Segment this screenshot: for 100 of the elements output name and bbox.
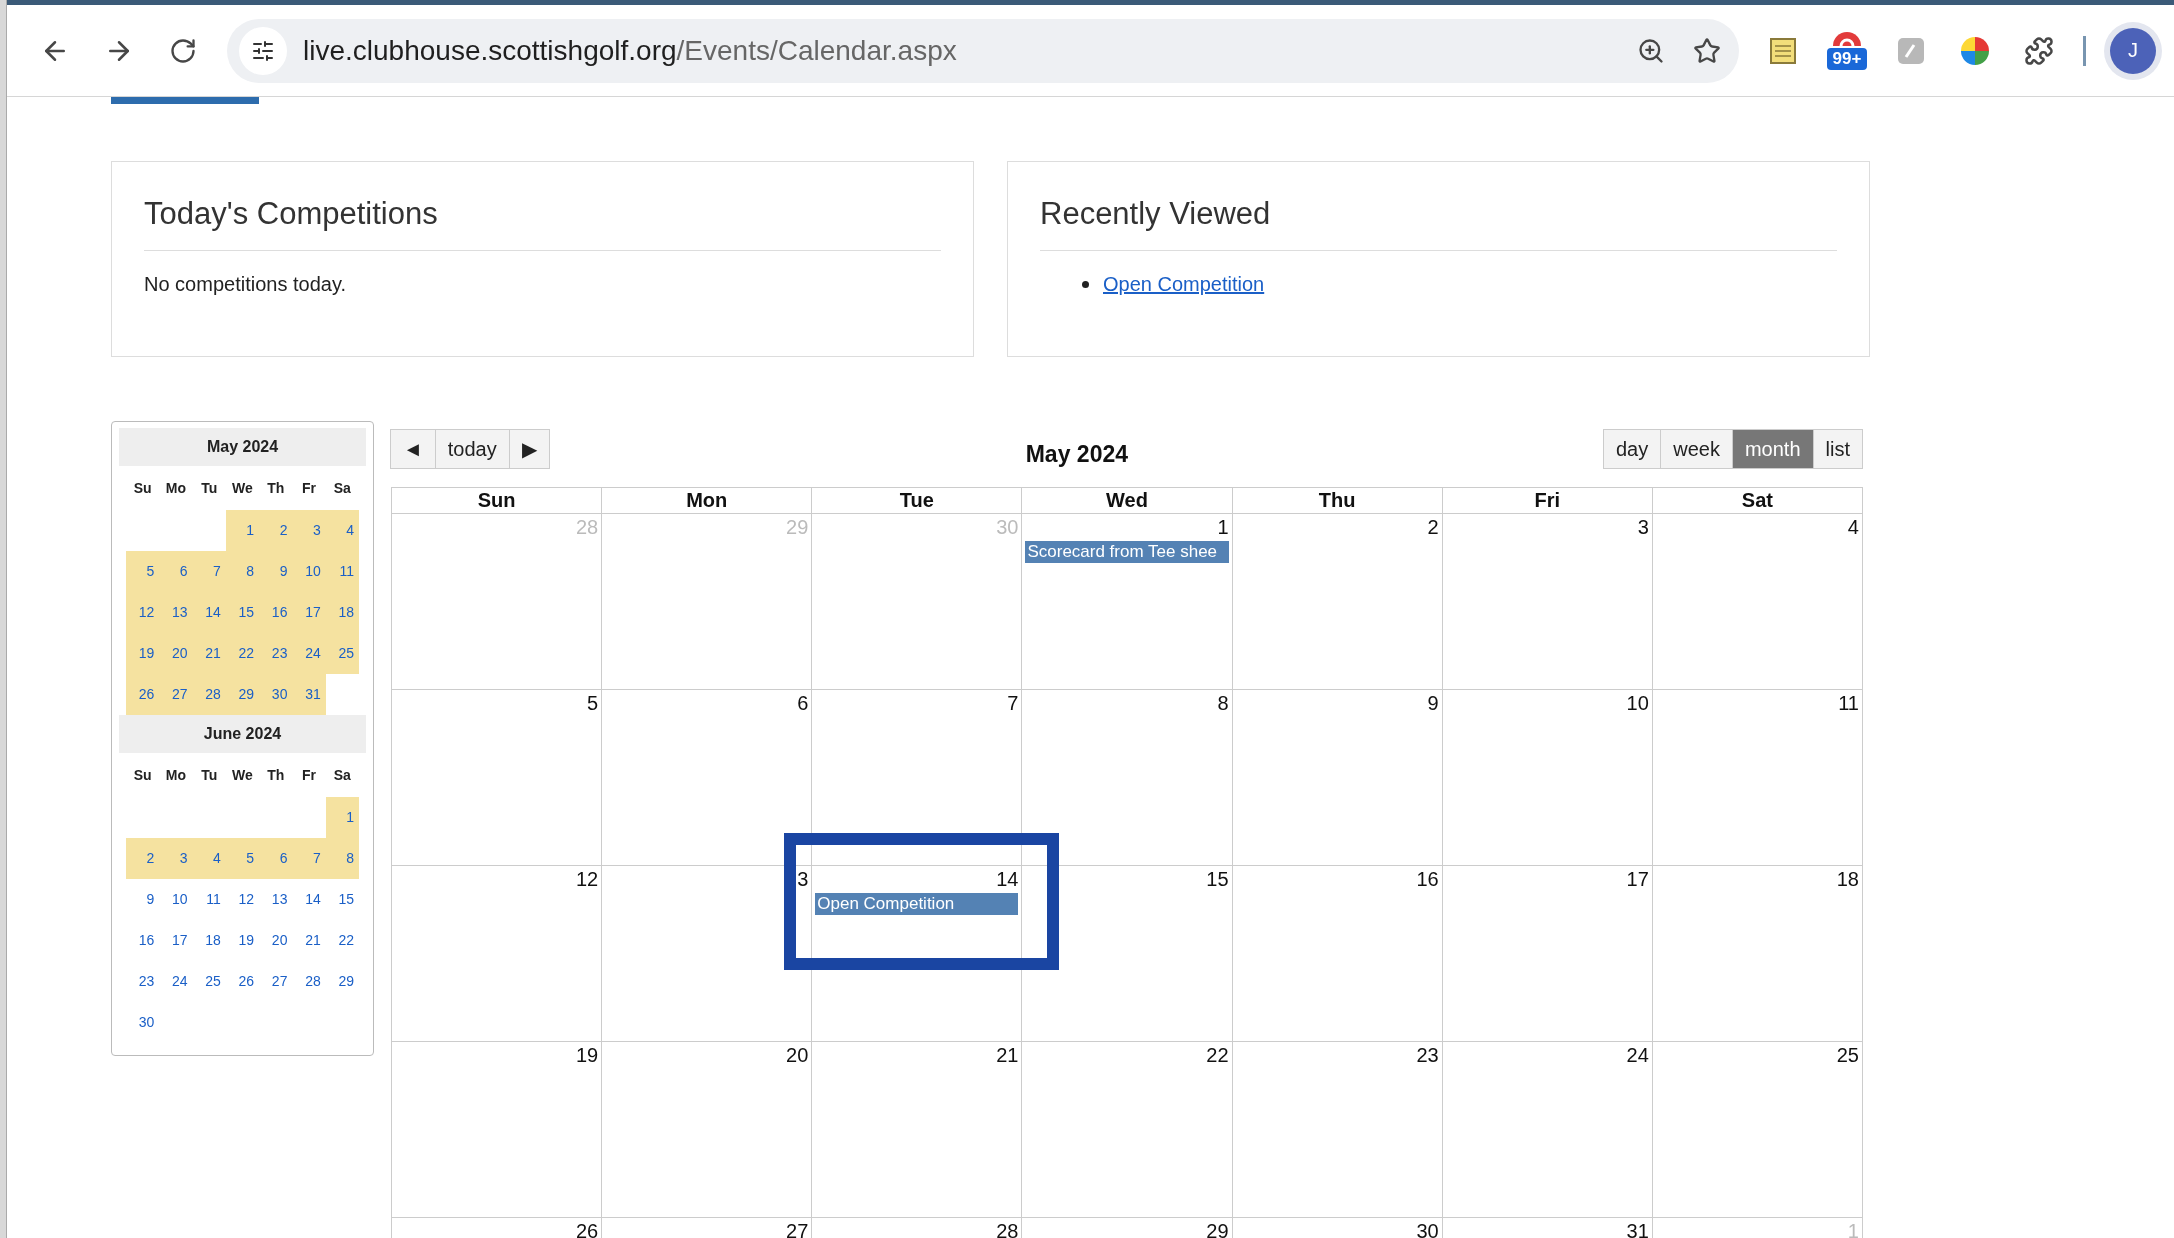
weekday-label: Sa: [332, 479, 352, 498]
prev-button[interactable]: ◄: [390, 429, 436, 469]
day-link[interactable]: 8: [325, 838, 359, 879]
month-title: June 2024: [119, 715, 366, 753]
day-link[interactable]: 26: [126, 674, 160, 715]
event-bar[interactable]: Scorecard from Tee shee: [1025, 541, 1229, 563]
day-link[interactable]: 2: [259, 510, 293, 551]
day-link[interactable]: 5: [225, 838, 260, 879]
weekday-label: We: [231, 766, 254, 785]
day-link[interactable]: 22: [325, 920, 359, 961]
day-link[interactable]: 30: [259, 674, 293, 715]
weekday-header: Fri: [1442, 487, 1653, 514]
day-link[interactable]: 4: [325, 510, 359, 551]
day-number: 3: [1637, 516, 1649, 539]
day-number: 2: [1427, 516, 1439, 539]
weekday-label: Su: [132, 479, 153, 498]
day-link[interactable]: 1: [325, 797, 359, 838]
day-link[interactable]: 28: [292, 961, 326, 1002]
day-link[interactable]: 10: [159, 879, 193, 920]
day-link[interactable]: 16: [259, 592, 293, 633]
day-link[interactable]: 6: [259, 838, 293, 879]
day-link[interactable]: 9: [126, 879, 160, 920]
day-link[interactable]: 18: [325, 592, 359, 633]
day-link[interactable]: 23: [126, 961, 160, 1002]
day-link[interactable]: 3: [292, 510, 326, 551]
day-link[interactable]: 21: [292, 920, 326, 961]
day-link[interactable]: 2: [126, 838, 160, 879]
view-button[interactable]: month: [1731, 429, 1814, 469]
day-link[interactable]: 19: [126, 633, 160, 674]
day-number: 15: [1206, 868, 1229, 891]
day-link[interactable]: 6: [159, 551, 193, 592]
day-number: 1: [1217, 516, 1229, 539]
day-link[interactable]: 13: [159, 592, 193, 633]
day-link[interactable]: 12: [126, 592, 160, 633]
weekday-header: Wed: [1022, 487, 1233, 514]
day-link[interactable]: 22: [225, 633, 260, 674]
day-link[interactable]: 14: [192, 592, 226, 633]
day-number: 1: [1847, 1220, 1859, 1238]
day-number: 29: [786, 516, 809, 539]
day-link[interactable]: 27: [159, 674, 193, 715]
day-link[interactable]: 21: [192, 633, 226, 674]
next-button[interactable]: ▶: [508, 429, 550, 469]
weekday-label: Th: [266, 766, 286, 785]
view-button[interactable]: day: [1603, 429, 1662, 469]
day-link[interactable]: 17: [292, 592, 326, 633]
day-number: 20: [786, 1044, 809, 1067]
day-link[interactable]: 14: [292, 879, 326, 920]
day-link[interactable]: 30: [126, 1002, 160, 1043]
notepad-icon[interactable]: [1768, 35, 1798, 66]
day-number: 19: [575, 1044, 599, 1067]
day-link[interactable]: 17: [159, 920, 193, 961]
day-link[interactable]: 11: [192, 879, 226, 920]
day-link[interactable]: 29: [325, 961, 359, 1002]
day-link[interactable]: 13: [259, 879, 293, 920]
view-button[interactable]: week: [1660, 429, 1733, 469]
day-link[interactable]: 28: [192, 674, 226, 715]
day-link[interactable]: 9: [259, 551, 293, 592]
competition-link[interactable]: Open Competition: [1103, 273, 1265, 296]
day-link[interactable]: 5: [126, 551, 160, 592]
day-link[interactable]: 7: [292, 838, 326, 879]
day-number: 16: [1416, 868, 1439, 891]
site-settings-icon[interactable]: [239, 26, 287, 75]
day-link[interactable]: 27: [259, 961, 293, 1002]
day-number: 21: [996, 1044, 1019, 1067]
day-number: 30: [996, 516, 1019, 539]
event-bar[interactable]: Open Competition: [815, 893, 1019, 915]
day-link[interactable]: 15: [225, 592, 260, 633]
day-link[interactable]: 7: [192, 551, 226, 592]
day-link[interactable]: 11: [325, 551, 359, 592]
day-number: 24: [1626, 1044, 1649, 1067]
day-link[interactable]: 19: [225, 920, 260, 961]
day-link[interactable]: 29: [225, 674, 260, 715]
weekday-header: Sun: [392, 487, 603, 514]
today-button[interactable]: today: [434, 429, 510, 469]
address-bar[interactable]: live.clubhouse.scottishgolf.org/Events/Calendar.aspx: [227, 18, 1739, 83]
color-wheel-icon[interactable]: [1959, 34, 1991, 67]
day-link[interactable]: 24: [159, 961, 193, 1002]
day-link[interactable]: 15: [325, 879, 359, 920]
day-link[interactable]: 3: [159, 838, 193, 879]
day-number: 22: [1206, 1044, 1229, 1067]
day-link[interactable]: 25: [192, 961, 226, 1002]
day-link[interactable]: 25: [325, 633, 359, 674]
day-link[interactable]: 10: [292, 551, 326, 592]
day-link[interactable]: 23: [259, 633, 293, 674]
day-link[interactable]: 1: [225, 510, 260, 551]
day-number: 26: [575, 1220, 599, 1238]
day-link[interactable]: 18: [192, 920, 226, 961]
day-link[interactable]: 16: [126, 920, 160, 961]
card-title: Recently Viewed: [1040, 196, 1837, 251]
day-link[interactable]: 20: [259, 920, 293, 961]
day-link[interactable]: 24: [292, 633, 326, 674]
day-link[interactable]: 31: [292, 674, 326, 715]
view-button[interactable]: list: [1812, 429, 1863, 469]
day-link[interactable]: 26: [225, 961, 260, 1002]
day-link[interactable]: 4: [192, 838, 226, 879]
day-link[interactable]: 20: [159, 633, 193, 674]
day-link[interactable]: 12: [225, 879, 260, 920]
day-link[interactable]: 8: [225, 551, 260, 592]
weekday-header: Sat: [1652, 487, 1863, 514]
weekday-header: Thu: [1232, 487, 1443, 514]
